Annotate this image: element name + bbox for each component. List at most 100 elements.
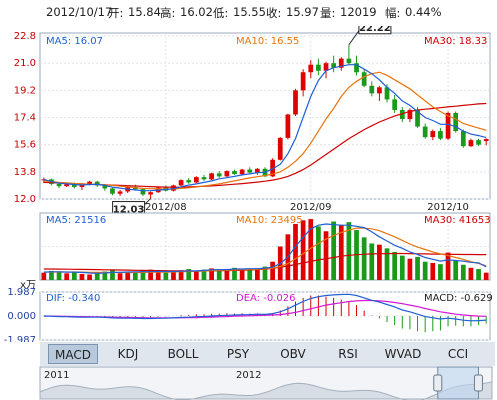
volume-bar: [331, 221, 337, 280]
candle-body: [201, 177, 207, 180]
volume-bar: [132, 272, 138, 280]
volume-bar: [361, 237, 367, 280]
volume-bar: [300, 220, 306, 280]
quote-low-label: 低:: [213, 6, 229, 20]
navigator-left-handle[interactable]: [433, 374, 443, 392]
candle-body: [361, 72, 367, 86]
stock-chart: 22.8 21.0 19.2 17.4 15.6 13.8 12.0 2012/08 2012/…: [4, 26, 493, 342]
volume-bar: [56, 271, 62, 280]
quote-open-label: 开:: [108, 6, 124, 20]
tab-psy[interactable]: PSY: [213, 344, 263, 364]
volume-legend-entry: MA10: 23495: [236, 215, 303, 226]
volume-bar: [79, 273, 85, 280]
quote-header: 2012/10/17 开: 15.84 高: 16.02 低: 15.55 收:…: [0, 0, 497, 26]
price-ytick-label: 19.2: [14, 85, 36, 96]
volume-bar: [87, 274, 92, 280]
candle-body: [369, 85, 375, 94]
quote-low: 15.55: [233, 5, 266, 19]
volume-bar: [239, 269, 245, 280]
volume-bar: [377, 244, 382, 280]
candle-body: [453, 112, 459, 132]
volume-bar: [483, 272, 489, 280]
volume-bar: [430, 262, 436, 280]
candle-body: [148, 192, 153, 195]
navigator-right-handle[interactable]: [473, 374, 483, 392]
candle-body: [422, 126, 428, 138]
macd-legend-entry: DEA: -0.026: [236, 293, 295, 304]
macd-legend-entry: MACD: -0.629: [424, 293, 493, 304]
volume-legend-entry: MA5: 21516: [46, 215, 106, 226]
navigator-selection[interactable]: [437, 366, 479, 400]
candle-body: [178, 180, 184, 186]
quote-high-label: 高:: [160, 6, 176, 20]
quote-close: 15.97: [286, 5, 319, 19]
candle-body: [56, 183, 62, 187]
volume-bar: [110, 270, 115, 280]
price-legend-entry: MA30: 18.33: [424, 36, 487, 47]
volume-bar: [163, 272, 169, 280]
tab-boll[interactable]: BOLL: [158, 344, 208, 364]
price-xtick-label: 2012/09: [290, 202, 332, 213]
tab-cci[interactable]: CCI: [433, 344, 483, 364]
volume-bar: [117, 273, 123, 280]
volume-bar: [453, 260, 459, 280]
quote-date: 2012/10/17: [46, 5, 113, 19]
candle-body: [186, 180, 192, 183]
quote-close-label: 收:: [266, 6, 282, 20]
macd-ytick-label: 0.000: [7, 311, 36, 322]
volume-bar: [64, 273, 70, 280]
volume-bar: [255, 269, 260, 280]
high-annotation-label: 22.22: [359, 26, 391, 34]
quote-high: 16.02: [180, 5, 213, 19]
candle-body: [293, 90, 298, 115]
volume-bar: [399, 255, 405, 280]
tab-rsi[interactable]: RSI: [323, 344, 373, 364]
quote-volume-label: 量:: [320, 6, 336, 20]
candle-body: [468, 140, 474, 147]
candle-body: [438, 131, 443, 139]
candle-body: [110, 188, 115, 194]
quote-change: 0.44%: [405, 5, 442, 19]
volume-bar: [460, 264, 466, 280]
volume-bar: [468, 267, 474, 280]
price-legend-entry: MA10: 16.55: [236, 36, 299, 47]
candle-body: [346, 58, 352, 64]
candle-body: [239, 169, 245, 175]
candle-body: [247, 169, 253, 173]
candle-body: [316, 64, 321, 71]
candle-body: [483, 139, 489, 142]
range-navigator[interactable]: 2011 2012: [0, 366, 497, 400]
price-ytick-label: 21.0: [14, 58, 36, 69]
volume-bar: [438, 264, 443, 280]
indicator-tabs: MACD KDJ BOLL PSY OBV RSI WVAD CCI: [40, 342, 495, 366]
quote-open: 15.84: [128, 5, 161, 19]
candle-body: [285, 114, 291, 138]
candle-body: [232, 171, 237, 175]
price-ytick-label: 12.0: [14, 194, 36, 205]
tab-wvad[interactable]: WVAD: [378, 344, 428, 364]
volume-bar: [445, 252, 451, 280]
candle-body: [377, 87, 382, 94]
candle-body: [308, 64, 314, 73]
candle-body: [193, 177, 199, 183]
tab-kdj[interactable]: KDJ: [103, 344, 153, 364]
tab-obv[interactable]: OBV: [268, 344, 318, 364]
price-ytick-label: 13.8: [14, 167, 36, 178]
volume-bar: [71, 272, 77, 280]
volume-bar: [125, 272, 131, 280]
macd-ytick-label: 1.987: [7, 287, 36, 298]
candle-body: [224, 171, 230, 177]
volume-bar: [476, 269, 481, 280]
volume-bar: [41, 272, 47, 280]
macd-legend-entry: DIF: -0.340: [46, 293, 100, 304]
candle-body: [476, 140, 481, 145]
volume-bar: [293, 223, 298, 280]
candle-body: [117, 191, 123, 194]
volume-bar: [270, 261, 275, 280]
quote-change-label: 幅:: [385, 6, 401, 20]
candle-body: [430, 131, 436, 138]
volume-bar: [171, 272, 176, 280]
price-ytick-label: 22.8: [14, 31, 36, 42]
tab-macd[interactable]: MACD: [48, 344, 98, 364]
price-ytick-label: 15.6: [14, 140, 36, 151]
